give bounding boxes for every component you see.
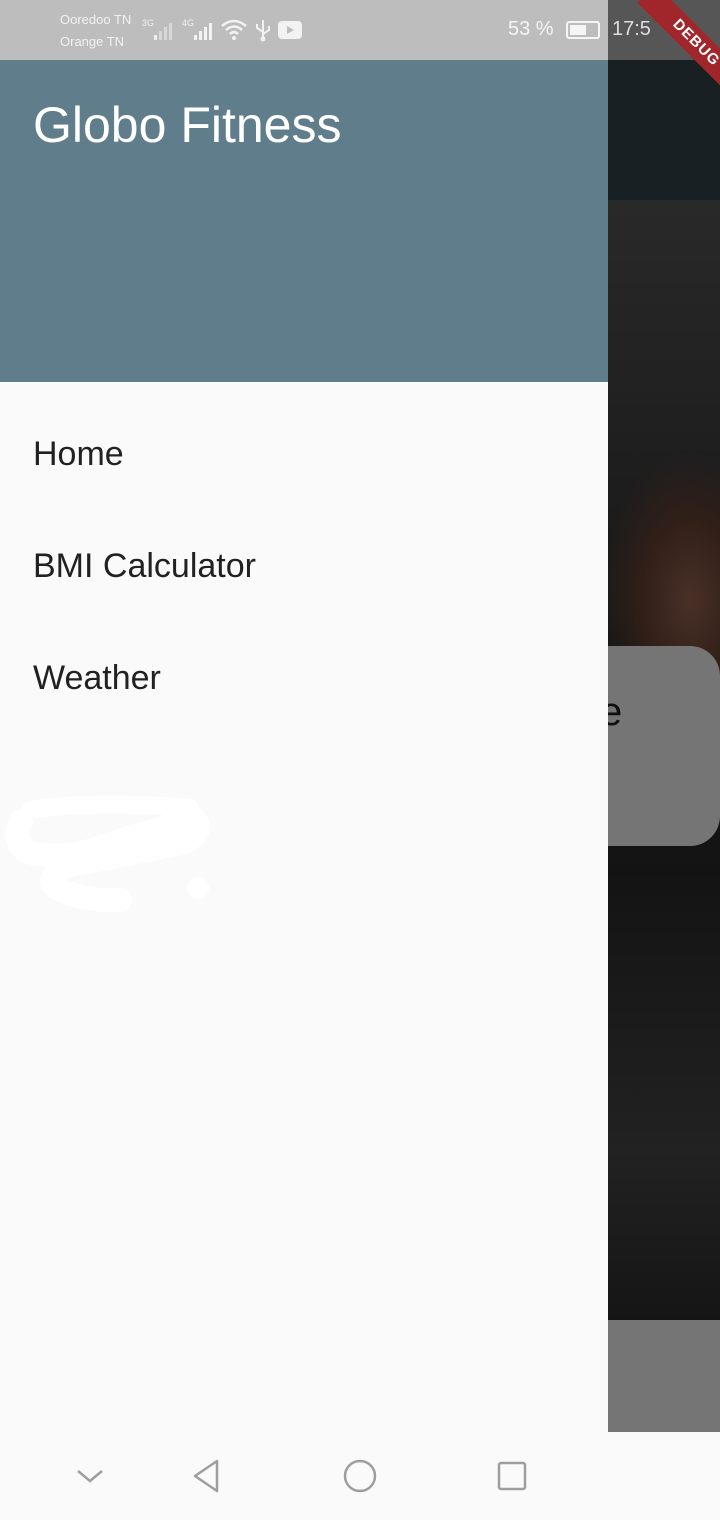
- redaction-scribble: [5, 795, 211, 913]
- drawer-title: Globo Fitness: [33, 97, 342, 153]
- drawer-item-label: Weather: [33, 658, 161, 697]
- wifi-icon: [221, 19, 247, 40]
- navigation-drawer: Globo Fitness Home BMI Calculator Weathe…: [0, 60, 608, 1432]
- youtube-icon: [278, 21, 302, 39]
- drawer-item-bmi-calculator[interactable]: BMI Calculator: [0, 510, 608, 622]
- drawer-item-home[interactable]: Home: [0, 398, 608, 510]
- usb-icon: [256, 20, 270, 42]
- battery-percent: 53 %: [508, 18, 554, 40]
- carrier-name-1: Ooredoo TN: [60, 12, 132, 27]
- drawer-item-label: Home: [33, 434, 124, 473]
- debug-banner: DEBUG: [637, 0, 720, 102]
- network-type-2: 4G: [182, 18, 195, 28]
- recent-apps-button[interactable]: [488, 1452, 536, 1500]
- chevron-down-icon: [77, 1470, 103, 1483]
- drawer-item-weather[interactable]: Weather: [0, 622, 608, 734]
- signal-1-icon: [154, 20, 172, 40]
- system-navigation-bar: [0, 1432, 720, 1520]
- drawer-item-label: BMI Calculator: [33, 546, 256, 585]
- home-icon: [343, 1459, 377, 1493]
- network-type-1: 3G: [142, 18, 155, 28]
- home-button[interactable]: [336, 1452, 384, 1500]
- back-button[interactable]: [182, 1452, 230, 1500]
- battery-icon: [566, 21, 600, 39]
- status-bar: Ooredoo TN Orange TN 3G 4G 53 % 17:5 DEB…: [0, 0, 720, 102]
- signal-2-icon: [194, 20, 212, 40]
- debug-banner-area: DEBUG: [600, 0, 720, 120]
- carrier-name-2: Orange TN: [60, 34, 125, 49]
- back-icon: [193, 1459, 219, 1493]
- hide-nav-button[interactable]: [66, 1452, 114, 1500]
- recent-apps-icon: [497, 1461, 527, 1491]
- drawer-header: Globo Fitness: [0, 60, 608, 382]
